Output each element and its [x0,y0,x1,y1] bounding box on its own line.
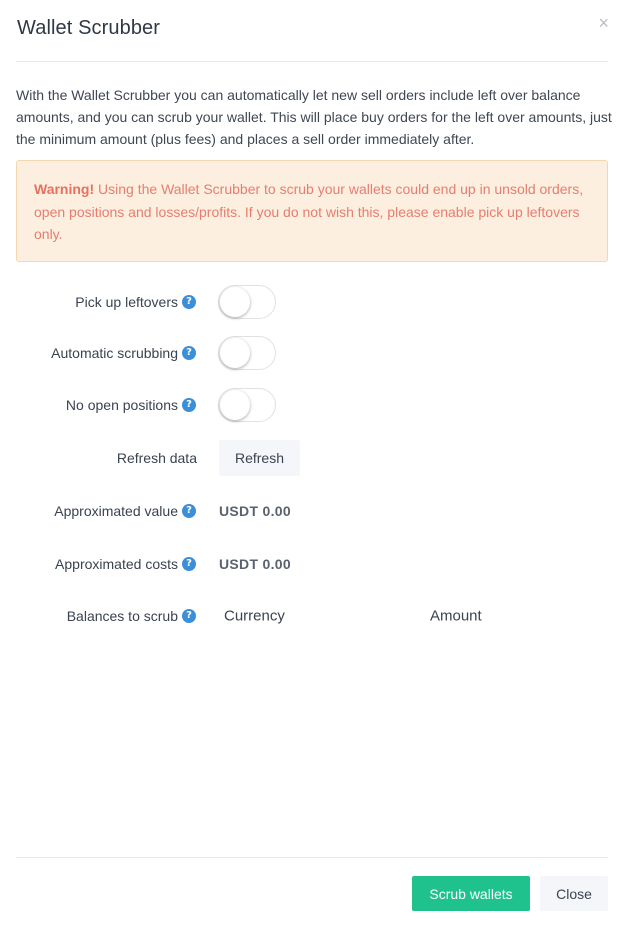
row-refresh-data: Refresh data Refresh [0,440,638,476]
help-icon[interactable]: ? [182,557,196,571]
refresh-data-label: Refresh data [116,450,197,466]
close-icon[interactable]: × [598,14,609,32]
automatic-scrubbing-toggle[interactable] [218,336,276,370]
toggle-knob [220,287,250,317]
help-icon[interactable]: ? [182,295,196,309]
approximated-value-label: Approximated value ? [54,503,196,519]
help-icon[interactable]: ? [182,609,196,623]
row-no-open-positions: No open positions ? [0,387,638,423]
row-approximated-value: Approximated value ? USDT 0.00 [0,493,638,529]
column-header-currency: Currency [224,607,285,625]
approximated-costs-label-text: Approximated costs [55,556,178,572]
approximated-costs: USDT 0.00 [219,556,291,572]
row-approximated-costs: Approximated costs ? USDT 0.00 [0,546,638,582]
refresh-button[interactable]: Refresh [219,440,300,476]
balances-to-scrub-label-text: Balances to scrub [66,608,178,624]
modal-header: Wallet Scrubber × [16,14,609,62]
scrub-wallets-button[interactable]: Scrub wallets [412,876,530,911]
balances-to-scrub-label: Balances to scrub ? [67,608,196,624]
approximated-value: USDT 0.00 [219,503,291,519]
warning-alert: Warning! Using the Wallet Scrubber to sc… [16,160,608,262]
warning-strong: Warning! [34,181,95,197]
help-icon[interactable]: ? [182,346,196,360]
row-automatic-scrubbing: Automatic scrubbing ? [0,335,638,371]
intro-text: With the Wallet Scrubber you can automat… [16,87,612,147]
approximated-value-label-text: Approximated value [54,503,178,519]
no-open-positions-toggle[interactable] [218,388,276,422]
column-header-amount: Amount [430,607,482,625]
automatic-scrubbing-label: Automatic scrubbing ? [51,345,196,361]
modal-footer-divider [16,857,608,858]
toggle-knob [220,390,250,420]
no-open-positions-label: No open positions ? [66,397,196,413]
warning-text: Using the Wallet Scrubber to scrub your … [34,181,584,242]
pick-up-leftovers-toggle[interactable] [218,285,276,319]
modal-title: Wallet Scrubber [17,17,161,39]
pick-up-leftovers-label-text: Pick up leftovers [75,294,178,310]
toggle-knob [220,338,250,368]
wallet-scrubber-modal: Wallet Scrubber × With the Wallet Scrubb… [0,0,638,940]
no-open-positions-label-text: No open positions [65,397,178,413]
close-button[interactable]: Close [540,876,608,911]
pick-up-leftovers-label: Pick up leftovers ? [75,294,196,310]
approximated-costs-label: Approximated costs ? [55,556,196,572]
help-icon[interactable]: ? [182,398,196,412]
row-balances-to-scrub: Balances to scrub ? Currency Amount [0,598,638,634]
row-pick-up-leftovers: Pick up leftovers ? [0,284,638,320]
help-icon[interactable]: ? [182,504,196,518]
automatic-scrubbing-label-text: Automatic scrubbing [51,345,178,361]
